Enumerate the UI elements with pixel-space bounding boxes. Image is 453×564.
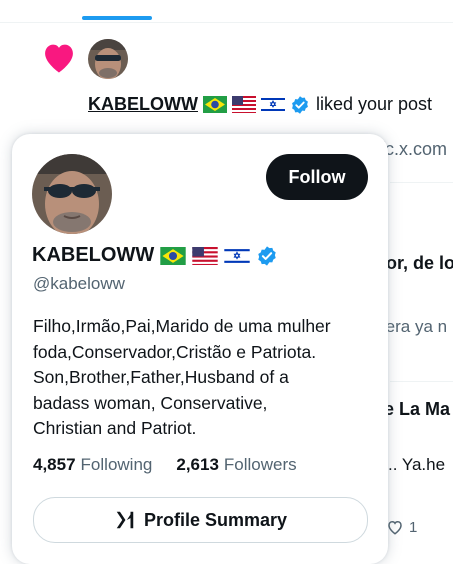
followers-link[interactable]: 2,613 Followers	[176, 455, 296, 475]
israel-flag-icon	[224, 246, 250, 265]
following-count: 4,857	[33, 455, 76, 474]
profile-hover-card: Follow KABELOWW @kabeloww Filho,Irmão,Pa…	[12, 134, 388, 564]
grok-logo-icon	[114, 509, 136, 531]
follow-button[interactable]: Follow	[266, 154, 368, 200]
verified-badge-icon	[290, 95, 310, 115]
brazil-flag-icon	[160, 246, 186, 265]
heart-icon	[40, 40, 78, 74]
heart-outline-icon	[386, 518, 404, 536]
bio-line: foda,Conservador,Cristão e Patriota.	[33, 341, 317, 362]
following-link[interactable]: 4,857 Following	[33, 455, 152, 475]
following-label: Following	[80, 455, 153, 474]
followers-label: Followers	[223, 455, 297, 474]
bio-line: Christian and Patriot.	[33, 418, 197, 438]
verified-badge-icon	[256, 245, 278, 267]
notification-text: KABELOWW liked your post	[88, 94, 432, 115]
avatar[interactable]	[88, 39, 128, 79]
profile-bio: Filho,Irmão,Pai,Marido de uma mulher fod…	[33, 314, 378, 442]
divider	[390, 381, 453, 382]
post-title-fragment: e La Ma	[384, 399, 451, 419]
post-subtitle-fragment: rera ya n	[380, 317, 448, 336]
post-text-fragment: .. Ya.he	[388, 455, 446, 474]
profile-stats: 4,857 Following 2,613 Followers	[33, 455, 297, 475]
followers-count: 2,613	[176, 455, 219, 474]
israel-flag-icon	[260, 96, 285, 113]
like-button[interactable]: 1	[386, 518, 417, 536]
notification-action: liked your post	[315, 94, 433, 114]
notification-username[interactable]: KABELOWW	[88, 94, 198, 115]
top-divider	[0, 22, 453, 23]
profile-display-name[interactable]: KABELOWW	[32, 244, 154, 267]
link-fragment[interactable]: fc.x.com	[380, 139, 447, 160]
usa-flag-icon	[192, 246, 218, 265]
brazil-flag-icon	[202, 96, 227, 113]
usa-flag-icon	[231, 96, 256, 113]
bio-line: Filho,Irmão,Pai,Marido de uma mulher	[33, 316, 331, 336]
like-count: 1	[409, 518, 418, 536]
active-tab-indicator	[82, 16, 152, 20]
profile-summary-button[interactable]: Profile Summary	[33, 497, 368, 543]
bio-line: badass woman, Conservative,	[33, 392, 268, 413]
profile-avatar[interactable]	[32, 154, 112, 234]
bio-line: Son,Brother,Father,Husband of a	[33, 367, 289, 387]
profile-name-row: KABELOWW	[32, 244, 278, 267]
profile-summary-label: Profile Summary	[143, 509, 288, 530]
profile-handle[interactable]: @kabeloww	[33, 274, 125, 294]
divider	[390, 182, 453, 183]
